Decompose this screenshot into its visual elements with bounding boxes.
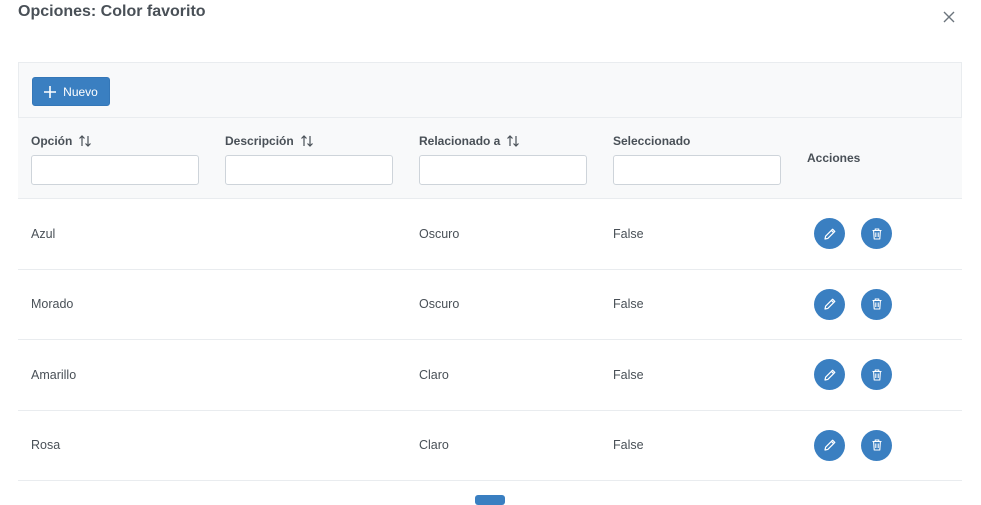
edit-button[interactable] xyxy=(814,359,845,391)
cell-seleccionado: False xyxy=(613,438,644,453)
pencil-icon xyxy=(823,439,835,451)
table-row: Amarillo Claro False xyxy=(18,340,962,411)
column-seleccionado: Seleccionado xyxy=(613,133,781,185)
trash-icon xyxy=(872,298,881,310)
filter-opcion-input[interactable] xyxy=(31,155,199,185)
options-table: Nuevo Opción Descripción Relacionado a S… xyxy=(18,62,962,481)
cell-relacionado: Claro xyxy=(419,438,449,453)
edit-button[interactable] xyxy=(814,429,845,461)
pencil-icon xyxy=(823,298,835,310)
column-descripcion: Descripción xyxy=(225,133,393,185)
close-icon xyxy=(943,11,955,23)
filter-seleccionado-input[interactable] xyxy=(613,155,781,185)
new-button[interactable]: Nuevo xyxy=(32,77,110,106)
column-header-acciones: Acciones xyxy=(807,151,861,165)
trash-icon xyxy=(872,439,881,451)
trash-icon xyxy=(872,369,881,381)
column-label: Relacionado a xyxy=(419,134,501,148)
cell-seleccionado: False xyxy=(613,297,644,312)
pencil-icon xyxy=(823,228,835,240)
cell-opcion: Amarillo xyxy=(31,367,77,382)
sort-icon xyxy=(507,135,520,147)
column-header-descripcion[interactable]: Descripción xyxy=(225,133,393,149)
sort-icon xyxy=(300,135,313,147)
column-header-seleccionado: Seleccionado xyxy=(613,133,781,149)
table-header: Opción Descripción Relacionado a Selecci… xyxy=(18,118,962,199)
column-label: Seleccionado xyxy=(613,134,691,148)
table-body: Azul Oscuro False Morado Oscuro False Am… xyxy=(18,199,962,481)
cell-opcion: Morado xyxy=(31,297,74,312)
delete-button[interactable] xyxy=(861,288,892,320)
delete-button[interactable] xyxy=(861,218,892,250)
column-opcion: Opción xyxy=(31,133,199,185)
column-relacionado: Relacionado a xyxy=(419,133,587,185)
table-toolbar: Nuevo xyxy=(18,62,962,118)
edit-button[interactable] xyxy=(814,288,845,320)
column-label: Descripción xyxy=(225,134,294,148)
table-row: Rosa Claro False xyxy=(18,411,962,481)
cell-relacionado: Oscuro xyxy=(419,297,460,312)
filter-relacionado-input[interactable] xyxy=(419,155,587,185)
cell-seleccionado: False xyxy=(613,367,644,382)
column-header-opcion[interactable]: Opción xyxy=(31,133,199,149)
cell-relacionado: Claro xyxy=(419,367,449,382)
delete-button[interactable] xyxy=(861,359,892,391)
new-button-label: Nuevo xyxy=(63,84,98,99)
pagination-page-button[interactable] xyxy=(475,495,505,505)
table-row: Morado Oscuro False xyxy=(18,270,962,340)
sort-icon xyxy=(79,135,92,147)
delete-button[interactable] xyxy=(861,429,892,461)
trash-icon xyxy=(872,228,881,240)
column-header-relacionado[interactable]: Relacionado a xyxy=(419,133,587,149)
dialog-title: Opciones: Color favorito xyxy=(18,3,206,20)
edit-button[interactable] xyxy=(814,218,845,250)
plus-icon xyxy=(44,85,57,98)
pencil-icon xyxy=(823,369,835,381)
column-label: Opción xyxy=(31,134,73,148)
cell-seleccionado: False xyxy=(613,226,644,241)
cell-opcion: Rosa xyxy=(31,438,61,453)
cell-relacionado: Oscuro xyxy=(419,226,460,241)
cell-opcion: Azul xyxy=(31,226,56,241)
close-button[interactable] xyxy=(938,6,960,28)
filter-descripcion-input[interactable] xyxy=(225,155,393,185)
table-row: Azul Oscuro False xyxy=(18,199,962,270)
